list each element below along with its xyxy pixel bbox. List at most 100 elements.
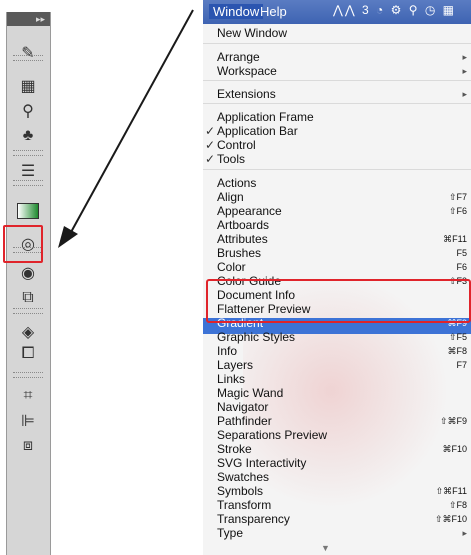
appearance-icon[interactable]: ◉ <box>15 262 41 284</box>
menu-separator <box>203 80 471 81</box>
panel-grip[interactable] <box>13 55 43 61</box>
panel-grip[interactable] <box>13 308 43 314</box>
puppet-icon[interactable]: ⚲ <box>15 100 41 122</box>
menu-item-pathfinder[interactable]: Pathfinder <box>217 414 272 428</box>
shortcut-label: F5 <box>456 248 467 258</box>
menu-item-type[interactable]: Type <box>217 526 243 540</box>
shortcut-label: F7 <box>456 360 467 370</box>
menu-item-symbols[interactable]: Symbols <box>217 484 263 498</box>
menu-item-label: Navigator <box>217 400 269 414</box>
menu-highlight-box <box>206 279 471 323</box>
menu-item-brushes[interactable]: Brushes <box>217 246 261 260</box>
gradient-icon[interactable] <box>15 200 41 222</box>
shortcut-label: ⇧⌘F11 <box>435 486 467 496</box>
panel-grip[interactable] <box>13 180 43 186</box>
status-icons: ⋀⋀ 3 ◔ ⚙ ⚲ ◷ ▦ <box>333 3 456 17</box>
menu-item-label: Attributes <box>217 232 268 246</box>
menu-item-graphic-styles[interactable]: Graphic Styles <box>217 330 295 344</box>
menu-item-label: Symbols <box>217 484 264 498</box>
menu-item-label: Application Frame <box>217 110 314 124</box>
menu-item-label: Workspace <box>217 64 277 78</box>
menu-item-info[interactable]: Info <box>217 344 237 358</box>
menu-item-application-bar[interactable]: ✓ Application Bar <box>203 124 298 138</box>
panel-grip[interactable] <box>13 372 43 378</box>
menu-item-label: Arrange <box>217 50 260 64</box>
grid-icon[interactable]: ▦ <box>15 75 41 97</box>
menu-item-label: Brushes <box>217 246 262 260</box>
align-icon[interactable]: ⊫ <box>15 410 41 432</box>
menu-item-layers[interactable]: Layers <box>217 358 253 372</box>
menu-item-label: Links <box>217 372 246 386</box>
menu-item-label: Actions <box>217 176 257 190</box>
menu-item-label: Color <box>217 260 246 274</box>
panel-grip[interactable] <box>13 150 43 156</box>
menu-item-artboards[interactable]: Artboards <box>217 218 269 232</box>
menu-item-label: Graphic Styles <box>217 330 296 344</box>
club-icon[interactable]: ♣ <box>15 125 41 147</box>
menu-item-transparency[interactable]: Transparency <box>217 512 290 526</box>
panel-header[interactable]: ▸▸ <box>7 12 50 26</box>
artboards-icon[interactable]: ⧠ <box>15 343 41 365</box>
menu-separator <box>203 43 471 44</box>
submenu-arrow-icon: ▸ <box>462 66 467 76</box>
menu-separator <box>203 169 471 170</box>
menu-item-label: Stroke <box>217 442 252 456</box>
menu-item-label: Swatches <box>217 470 270 484</box>
menu-item-label: Pathfinder <box>217 414 272 428</box>
menu-item-new-window[interactable]: New Window <box>217 26 287 40</box>
tool-panel: ▸▸ ✎ ▦ ⚲ ♣ ☰ ◎ ◉ ⧉ ◈ ⧠ ⌗ ⊫ ⧈ <box>6 12 51 555</box>
help-menu[interactable]: Help <box>260 4 287 19</box>
menu-item-magic-wand[interactable]: Magic Wand <box>217 386 283 400</box>
shortcut-label: ⌘F8 <box>447 346 467 356</box>
menu-item-label: Magic Wand <box>217 386 284 400</box>
menu-item-workspace[interactable]: Workspace <box>217 64 277 78</box>
menu-item-control[interactable]: ✓ Control <box>203 138 256 152</box>
menu-item-application-frame[interactable]: Application Frame <box>217 110 314 124</box>
transform-icon[interactable]: ⌗ <box>15 385 41 407</box>
menu-item-label: Transform <box>217 498 272 512</box>
graphic-styles-icon[interactable]: ⧉ <box>15 287 41 309</box>
shortcut-label: ⇧F6 <box>448 206 467 216</box>
shortcut-label: ⌘F11 <box>443 234 467 244</box>
menu-item-separations-preview[interactable]: Separations Preview <box>217 428 327 442</box>
menu-item-links[interactable]: Links <box>217 372 245 386</box>
menu-item-label: SVG Interactivity <box>217 456 307 470</box>
stroke-lines-icon[interactable]: ☰ <box>15 160 41 182</box>
menu-item-actions[interactable]: Actions <box>217 176 256 190</box>
menu-item-extensions[interactable]: Extensions <box>217 87 276 101</box>
collapse-icon[interactable]: ▸▸ <box>36 12 45 26</box>
checkmark-icon: ✓ <box>204 138 216 152</box>
menu-separator <box>203 103 471 104</box>
scroll-down-icon[interactable]: ▼ <box>321 543 330 553</box>
shortcut-label: ⌘F10 <box>442 444 467 454</box>
menu-item-label: Tools <box>217 152 246 166</box>
menu-item-label: Control <box>217 138 256 152</box>
menu-item-label: Artboards <box>217 218 270 232</box>
window-menu[interactable]: Window <box>209 4 264 19</box>
menu-item-color[interactable]: Color <box>217 260 246 274</box>
shortcut-label: ⇧F5 <box>448 332 467 342</box>
menu-item-arrange[interactable]: Arrange <box>217 50 260 64</box>
layers-icon[interactable]: ◈ <box>15 321 41 343</box>
shortcut-label: ⇧F7 <box>448 192 467 202</box>
shortcut-label: ⇧F8 <box>448 500 467 510</box>
shortcut-label: ⇧⌘F10 <box>434 514 467 524</box>
pathfinder-icon[interactable]: ⧈ <box>15 435 41 457</box>
menu-item-appearance[interactable]: Appearance <box>217 204 282 218</box>
menu-item-navigator[interactable]: Navigator <box>217 400 268 414</box>
menu-item-label: New Window <box>217 26 288 40</box>
menu-item-transform[interactable]: Transform <box>217 498 271 512</box>
menu-item-label: Type <box>217 526 244 540</box>
menu-item-attributes[interactable]: Attributes <box>217 232 268 246</box>
shortcut-label: F6 <box>456 262 467 272</box>
menu-item-svg-interactivity[interactable]: SVG Interactivity <box>217 456 306 470</box>
menu-item-label: Extensions <box>217 87 276 101</box>
submenu-arrow-icon: ▸ <box>462 528 467 538</box>
menu-item-swatches[interactable]: Swatches <box>217 470 269 484</box>
menu-item-label: Info <box>217 344 238 358</box>
menu-item-align[interactable]: Align <box>217 190 244 204</box>
menu-item-label: Application Bar <box>217 124 298 138</box>
submenu-arrow-icon: ▸ <box>462 89 467 99</box>
menu-item-stroke[interactable]: Stroke <box>217 442 252 456</box>
menu-item-tools[interactable]: ✓ Tools <box>203 152 245 166</box>
